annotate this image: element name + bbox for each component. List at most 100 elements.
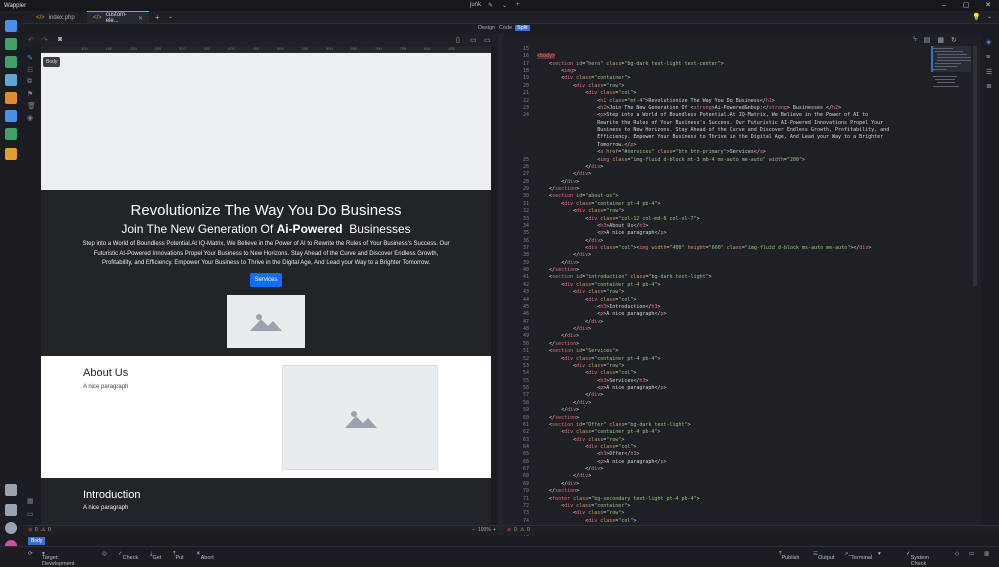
code-line[interactable]: <div class="container pt-4 pb-4"> xyxy=(537,282,660,288)
code-line[interactable]: </section> xyxy=(537,267,579,273)
code-line[interactable]: <section id="Offer" class="bg-dark text-… xyxy=(537,422,691,428)
notes-icon[interactable] xyxy=(5,148,17,160)
code-line[interactable]: <h3>Introduction</h3> xyxy=(537,304,660,310)
code-line[interactable]: <div class="col"><img width="400" height… xyxy=(537,245,871,251)
code-line[interactable]: </div> xyxy=(537,400,591,406)
code-line[interactable]: <p>Step into a World of Boundless Potent… xyxy=(537,112,868,118)
code-minimap[interactable] xyxy=(931,46,971,166)
terminal-tab[interactable]: >_ Terminal xyxy=(845,551,872,561)
top-image-placeholder[interactable] xyxy=(41,53,491,190)
code-line[interactable]: <h1 class="mt-4">Revolutionize The Way Y… xyxy=(537,98,775,104)
hero-subtitle[interactable]: Join The New Generation Of Ai-Powered Bu… xyxy=(41,222,491,236)
code-line[interactable]: <div class="container pt-4 pb-4"> xyxy=(537,201,660,207)
terminal-dropdown-icon[interactable]: ▾ xyxy=(878,551,881,557)
code-line[interactable]: <p>A nice paragraph</p> xyxy=(537,311,666,317)
chevron-down-icon[interactable]: ⌄ xyxy=(502,2,507,9)
brackets-icon[interactable]: ⧉ xyxy=(27,78,32,86)
editor-scrollbar[interactable] xyxy=(973,46,977,286)
code-line[interactable]: <div class="row"> xyxy=(537,510,624,516)
about-text[interactable]: A nice paragraph xyxy=(83,384,128,390)
output-tab[interactable]: ☰ Output xyxy=(813,551,834,561)
code-line[interactable]: </div> xyxy=(537,171,591,177)
code-line[interactable]: </div> xyxy=(537,473,591,479)
settings-icon[interactable] xyxy=(5,522,17,534)
code-line[interactable]: <div class="row"> xyxy=(537,363,624,369)
code-line[interactable]: <h2>Join The New Generation Of <strong>A… xyxy=(537,105,841,111)
code-line[interactable]: <section id="Services"> xyxy=(537,348,618,354)
error-icon[interactable]: ⊘ xyxy=(507,527,511,533)
tab-custom-element[interactable]: </> custom-ele... ✕ xyxy=(87,11,149,24)
code-line[interactable]: </div> xyxy=(537,164,603,170)
hero-section[interactable]: Revolutionize The Way You Do Business Jo… xyxy=(41,190,491,356)
components-icon[interactable]: ☰ xyxy=(986,68,992,76)
desktop-view-icon[interactable]: ▭ xyxy=(484,36,491,44)
code-line[interactable]: </div> xyxy=(537,260,579,266)
flows-icon[interactable] xyxy=(5,38,17,50)
get-button[interactable]: ⤓ Get xyxy=(150,551,161,561)
code-line[interactable]: <body> xyxy=(537,53,556,60)
lightning-icon[interactable]: ϟ xyxy=(913,36,917,44)
intro-text[interactable]: A nice paragraph xyxy=(83,505,128,511)
code-line[interactable]: </div> xyxy=(537,252,591,258)
code-line[interactable]: <div class="col"> xyxy=(537,297,636,303)
code-line[interactable]: <p>A nice paragraph</p> xyxy=(537,385,666,391)
layers-icon[interactable] xyxy=(5,128,17,140)
edit-icon[interactable]: ✎ xyxy=(488,2,493,9)
tab-index-php[interactable]: </> index.php xyxy=(30,11,85,24)
hero-title[interactable]: Revolutionize The Way You Do Business xyxy=(41,202,491,219)
code-line[interactable]: </div> xyxy=(537,392,603,398)
pages-icon[interactable] xyxy=(5,20,17,32)
close-icon[interactable]: ✕ xyxy=(977,0,999,11)
split-mode-button[interactable]: Split xyxy=(515,25,530,31)
target-select[interactable]: Target: Development ▾ xyxy=(42,551,74,567)
code-line[interactable]: <div class="container"> xyxy=(537,503,630,509)
code-line[interactable]: <div class="col"> xyxy=(537,444,636,450)
hero-image-placeholder[interactable] xyxy=(227,295,305,348)
code-line[interactable]: <img class="img-fluid d-block mt-3 mb-4 … xyxy=(537,157,805,163)
code-line[interactable]: </section> xyxy=(537,488,579,494)
warning-icon[interactable]: ⚠ xyxy=(41,527,45,533)
code-line[interactable]: <div class="col"> xyxy=(537,518,636,524)
add-icon[interactable]: + xyxy=(516,2,520,8)
flag-icon[interactable]: ⚑ xyxy=(27,90,33,98)
code-line[interactable]: </section> xyxy=(537,341,579,347)
bell-icon[interactable]: ◇ xyxy=(955,551,959,557)
code-line[interactable]: </section> xyxy=(537,186,579,192)
properties-icon[interactable]: ≡ xyxy=(986,54,990,61)
code-line[interactable]: <div class="row"> xyxy=(537,437,624,443)
code-line[interactable]: </div> xyxy=(537,238,603,244)
check-circle-icon[interactable]: ◎ xyxy=(102,551,107,557)
zoom-out-icon[interactable]: − xyxy=(472,527,475,533)
assets-icon[interactable] xyxy=(5,110,17,122)
code-line[interactable]: Business to New Horizons. Stay Ahead of … xyxy=(537,127,889,133)
layout-icon[interactable]: ▭ xyxy=(969,551,974,557)
system-check-tab[interactable]: ✓ System Check xyxy=(906,551,929,567)
code-line[interactable]: </div> xyxy=(537,407,579,413)
code-line[interactable]: </div> xyxy=(537,333,579,339)
project-name[interactable]: junk xyxy=(470,2,481,8)
menu-icon[interactable]: ≣ xyxy=(986,82,992,90)
select-icon[interactable]: ✎ xyxy=(27,54,33,62)
code-line[interactable]: <a href="#services" class="btn btn-prima… xyxy=(537,149,766,155)
panel-toggle-icon[interactable]: ▥ xyxy=(984,551,989,557)
code-line[interactable]: <p>A nice paragraph</p> xyxy=(537,230,666,236)
code-line[interactable]: <div class="col-12 col-md-6 col-xl-7"> xyxy=(537,216,699,222)
code-line[interactable]: <div class="row"> xyxy=(537,83,624,89)
design-canvas[interactable]: Revolutionize The Way You Do Business Jo… xyxy=(41,53,491,525)
code-line[interactable]: <h3>Offer</h3> xyxy=(537,451,639,457)
grid-layout-icon[interactable]: ▦ xyxy=(937,36,944,44)
code-area[interactable]: <body> <section id="hero" class="bg-dark… xyxy=(537,46,927,524)
code-line[interactable]: Efficiency. Empower Your Business to Thr… xyxy=(537,134,883,140)
publish-button[interactable]: ⤒ Publish xyxy=(779,551,799,561)
code-line[interactable]: </div> xyxy=(537,179,579,185)
code-mode-button[interactable]: Code xyxy=(499,25,512,31)
about-image-placeholder[interactable] xyxy=(282,365,438,470)
code-line[interactable]: </div> xyxy=(537,319,603,325)
code-line[interactable]: <div class="container pt-4 pb-4"> xyxy=(537,429,660,435)
undo-icon[interactable]: ↶ xyxy=(28,36,34,44)
check-button[interactable]: ✓ Check xyxy=(118,551,138,561)
code-editor[interactable]: 15 16 17 18 19 20 21 22 23 24 25 26 27 28 29 30 31 32 33 34… xyxy=(503,34,999,538)
code-line[interactable]: </div> xyxy=(537,481,579,487)
lightbulb-icon[interactable]: 💡 xyxy=(972,13,981,21)
tree-icon[interactable]: ☷ xyxy=(27,66,33,74)
